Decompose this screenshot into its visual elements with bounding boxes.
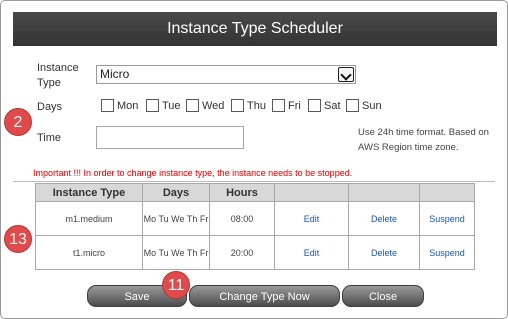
day-wed-checkbox[interactable] — [186, 99, 199, 112]
column-header-delete — [348, 183, 420, 202]
day-thu-checkbox[interactable] — [231, 99, 244, 112]
cell-instance-type: m1.medium — [35, 201, 143, 236]
cell-hours: 08:00 — [209, 201, 275, 236]
time-format-hint: Use 24h time format. Based on AWS Region… — [358, 127, 489, 153]
time-input[interactable] — [96, 126, 244, 149]
day-fri-label: Fri — [288, 100, 301, 112]
table-header-row: Instance Type Days Hours — [35, 183, 475, 202]
instance-type-select[interactable]: Micro — [96, 65, 356, 84]
cell-delete: Delete — [348, 201, 420, 236]
day-wed-label: Wed — [202, 100, 225, 112]
column-header-edit — [274, 183, 349, 202]
chevron-down-icon[interactable] — [338, 67, 354, 82]
time-label: Time — [37, 132, 62, 144]
cell-days: Mo Tu We Th Fr — [142, 201, 210, 236]
instance-type-selected-value: Micro — [100, 67, 130, 81]
instance-type-label: Instance Type — [37, 62, 79, 89]
column-header-suspend — [419, 183, 475, 202]
column-header-instance-type: Instance Type — [35, 183, 143, 202]
day-tue-label: Tue — [162, 100, 181, 112]
day-fri-checkbox[interactable] — [272, 99, 285, 112]
cell-delete: Delete — [348, 235, 420, 270]
divider — [13, 181, 495, 182]
cell-edit: Edit — [274, 235, 349, 270]
day-mon-checkbox[interactable] — [101, 99, 114, 112]
day-sat-label: Sat — [324, 100, 341, 112]
schedule-table: Instance Type Days Hours m1.medium Mo Tu… — [35, 183, 475, 270]
delete-link[interactable]: Delete — [371, 248, 397, 258]
delete-link[interactable]: Delete — [371, 214, 397, 224]
cell-edit: Edit — [274, 201, 349, 236]
suspend-link[interactable]: Suspend — [429, 248, 465, 258]
day-tue-checkbox[interactable] — [146, 99, 159, 112]
annotation-badge-table: 13 — [4, 225, 32, 253]
table-row: m1.medium Mo Tu We Th Fr 08:00 Edit Dele… — [35, 201, 475, 236]
day-mon-label: Mon — [117, 100, 139, 112]
column-header-hours: Hours — [209, 183, 275, 202]
edit-link[interactable]: Edit — [304, 214, 320, 224]
edit-link[interactable]: Edit — [304, 248, 320, 258]
column-header-days: Days — [142, 183, 210, 202]
dialog-title: Instance Type Scheduler — [13, 12, 497, 46]
annotation-badge-buttons: 11 — [162, 271, 190, 299]
important-warning: Important !!! In order to change instanc… — [33, 168, 353, 178]
annotation-badge-days: 2 — [4, 108, 32, 136]
change-type-now-button[interactable]: Change Type Now — [189, 285, 340, 307]
cell-days: Mo Tu We Th Fr — [142, 235, 210, 270]
days-label: Days — [37, 101, 63, 113]
cell-suspend: Suspend — [419, 235, 475, 270]
table-row: t1.micro Mo Tu We Th Fr 20:00 Edit Delet… — [35, 235, 475, 270]
cell-hours: 20:00 — [209, 235, 275, 270]
day-sun-label: Sun — [362, 100, 382, 112]
cell-suspend: Suspend — [419, 201, 475, 236]
day-sat-checkbox[interactable] — [308, 99, 321, 112]
close-button[interactable]: Close — [342, 285, 424, 307]
day-sun-checkbox[interactable] — [346, 99, 359, 112]
day-thu-label: Thu — [247, 100, 266, 112]
cell-instance-type: t1.micro — [35, 235, 143, 270]
instance-type-scheduler-dialog: Instance Type Scheduler Instance Type Mi… — [0, 0, 508, 319]
suspend-link[interactable]: Suspend — [429, 214, 465, 224]
